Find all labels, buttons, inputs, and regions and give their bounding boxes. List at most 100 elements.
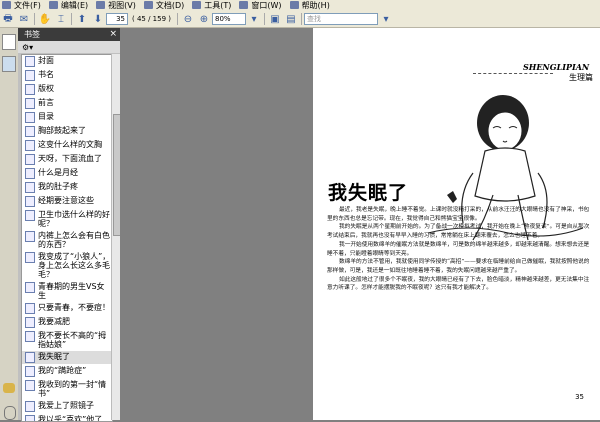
bookmark-icon: [25, 168, 35, 179]
bookmark-icon: [25, 252, 35, 263]
search-dropdown-icon[interactable]: ▾: [379, 13, 393, 25]
paragraph: 我一开始使用数绵羊的催眠方法就是数绵羊，可是数的绵羊越来越多，却越来越清醒。想来…: [327, 241, 590, 257]
bookmark-label: 我的肚子疼: [38, 182, 78, 191]
bookmark-item[interactable]: 前言: [22, 97, 112, 110]
paragraph: 数绵羊的方法不管用，我就使用同学传授的“高招”——要求在临睡前给自己做催眠，我就…: [327, 259, 590, 274]
attachments-icon[interactable]: [4, 406, 16, 420]
bookmark-item[interactable]: 我失眠了: [22, 351, 112, 364]
toolbar-separator: [264, 13, 265, 25]
bookmark-icon: [25, 352, 35, 363]
toolbar-separator: [34, 13, 35, 25]
menu-tools[interactable]: 工具(T): [190, 0, 237, 11]
toolbar: 🖶 ✉ ✋ ⌶ ⬆ ⬇ 35 ( 45 / 159 ) ⊖ ⊕ 80% ▾ ▣ …: [0, 11, 600, 28]
bookmark-icon: [25, 154, 35, 165]
print-icon[interactable]: 🖶: [1, 13, 15, 25]
document-page: SHENGLIPIAN 生理篇 我失眠了 最近，我老是失眠，晚上睡不着觉。上课时…: [313, 28, 600, 420]
menu-help[interactable]: 帮助(H): [288, 0, 336, 11]
bookmark-item[interactable]: 内裤上怎么会有白色的东西？: [22, 230, 112, 250]
navigation-strip: [0, 28, 19, 420]
options-icon[interactable]: ⚙▾: [22, 43, 33, 52]
bookmark-label: 书名: [38, 70, 54, 79]
bookmark-label: 我不要长不高的“拇指姑娘”: [38, 331, 107, 349]
zoom-input[interactable]: 80%: [212, 13, 246, 25]
bookmark-label: 版权: [38, 84, 54, 93]
menu-document[interactable]: 文档(D): [142, 0, 190, 11]
header-subtitle: 生理篇: [569, 73, 593, 82]
bookmark-label: 我爱上了照镜子: [38, 401, 94, 410]
bookmark-icon: [25, 182, 35, 193]
bookmark-item[interactable]: 胸部鼓起来了: [22, 125, 112, 138]
search-input[interactable]: 查找: [304, 13, 378, 25]
bookmark-label: 我失眠了: [38, 352, 70, 361]
bookmark-label: 只要青春，不要痘！: [38, 303, 110, 312]
menu-window[interactable]: 窗口(W): [237, 0, 287, 11]
bookmark-item[interactable]: 我不要长不高的“拇指姑娘”: [22, 330, 112, 350]
document-gutter: [120, 28, 310, 420]
menu-edit[interactable]: 编辑(E): [47, 0, 94, 11]
bookmark-item[interactable]: 封面: [22, 55, 112, 68]
bookmark-label: 我收到的第一封“情书”: [38, 380, 107, 398]
bookmark-item[interactable]: 青春期的男生VS女生: [22, 281, 112, 301]
zoom-dropdown-icon[interactable]: ▾: [247, 13, 261, 25]
bookmark-item[interactable]: 我的“蹒跄症”: [22, 365, 112, 378]
menu-view[interactable]: 视图(V): [94, 0, 142, 11]
bookmark-icon: [25, 282, 35, 293]
bookmark-icon: [25, 112, 35, 123]
bookmarks-panel-title: 书签: [24, 30, 40, 39]
bookmark-item[interactable]: 只要青春，不要痘！: [22, 302, 112, 315]
bookmarks-icon[interactable]: [2, 56, 16, 72]
toolbar-separator: [177, 13, 178, 25]
bookmark-item[interactable]: 我以乎“喜欢”他了: [22, 414, 112, 422]
bookmark-item[interactable]: 我的肚子疼: [22, 181, 112, 194]
email-icon[interactable]: ✉: [17, 13, 31, 25]
bookmark-label: 卫生巾选什么样的好呢？: [38, 210, 110, 228]
bookmark-label: 胸部鼓起来了: [38, 126, 86, 135]
toolbar-separator: [71, 13, 72, 25]
bookmark-icon: [25, 196, 35, 207]
bookmark-icon: [25, 70, 35, 81]
next-page-icon[interactable]: ⬇: [91, 13, 105, 25]
bookmark-icon: [25, 415, 35, 421]
page-number: 35: [575, 393, 584, 401]
bookmark-item[interactable]: 版权: [22, 83, 112, 96]
paragraph: 最近，我老是失眠，晚上睡不着觉。上课时就没精打采的，从前水汪汪的大眼睛也没有了神…: [327, 207, 590, 222]
bookmark-item[interactable]: 书名: [22, 69, 112, 82]
header-rule: [473, 73, 553, 75]
prev-page-icon[interactable]: ⬆: [75, 13, 89, 25]
close-icon[interactable]: ×: [109, 28, 117, 41]
bookmark-label: 经期要注意这些: [38, 196, 94, 205]
bookmark-item[interactable]: 什么是月经: [22, 167, 112, 180]
bookmark-label: 我变成了“小狼人”，身上怎么长这么多毛毛？: [38, 252, 111, 279]
bookmark-label: 封面: [38, 56, 54, 65]
bookmarks-panel: 书签 × ⚙▾ 封面书名版权前言 目录胸部鼓起来了这变什么样的文胸天呀，下面流血了…: [18, 28, 121, 422]
pages-icon[interactable]: [2, 34, 16, 50]
bookmark-item[interactable]: 我收到的第一封“情书”: [22, 379, 112, 399]
bookmark-label: 这变什么样的文胸: [38, 140, 102, 149]
page-count: ( 45 / 159 ): [132, 15, 171, 23]
bookmark-item[interactable]: 经期要注意这些: [22, 195, 112, 208]
toolbar-separator: [301, 13, 302, 25]
page-number-input[interactable]: 35: [106, 13, 128, 25]
bookmark-icon: [25, 380, 35, 391]
bookmark-item[interactable]: 目录: [22, 111, 112, 124]
comments-icon[interactable]: [3, 383, 15, 393]
bookmark-item[interactable]: 我爱上了照镜子: [22, 400, 112, 413]
bookmark-label: 我的“蹒跄症”: [38, 366, 87, 375]
bookmark-scrollbar[interactable]: [111, 54, 121, 420]
bookmark-item[interactable]: 这变什么样的文胸: [22, 139, 112, 152]
bookmark-item[interactable]: 我要减肥: [22, 316, 112, 329]
bookmark-item[interactable]: 我变成了“小狼人”，身上怎么长这么多毛毛？: [22, 251, 112, 280]
menu-file[interactable]: 文件(F): [0, 0, 47, 11]
hand-tool-icon[interactable]: ✋: [38, 13, 52, 25]
bookmark-label: 我以乎“喜欢”他了: [38, 415, 103, 422]
bookmark-item[interactable]: 天呀，下面流血了: [22, 153, 112, 166]
bookmark-icon: [25, 140, 35, 151]
bookmark-item[interactable]: 卫生巾选什么样的好呢？: [22, 209, 112, 229]
zoom-out-icon[interactable]: ⊖: [181, 13, 195, 25]
select-tool-icon[interactable]: ⌶: [54, 13, 68, 25]
fit-width-icon[interactable]: ▤: [284, 13, 298, 25]
fit-page-icon[interactable]: ▣: [268, 13, 282, 25]
bookmark-icon: [25, 126, 35, 137]
zoom-in-icon[interactable]: ⊕: [197, 13, 211, 25]
bookmark-icon: [25, 331, 35, 342]
